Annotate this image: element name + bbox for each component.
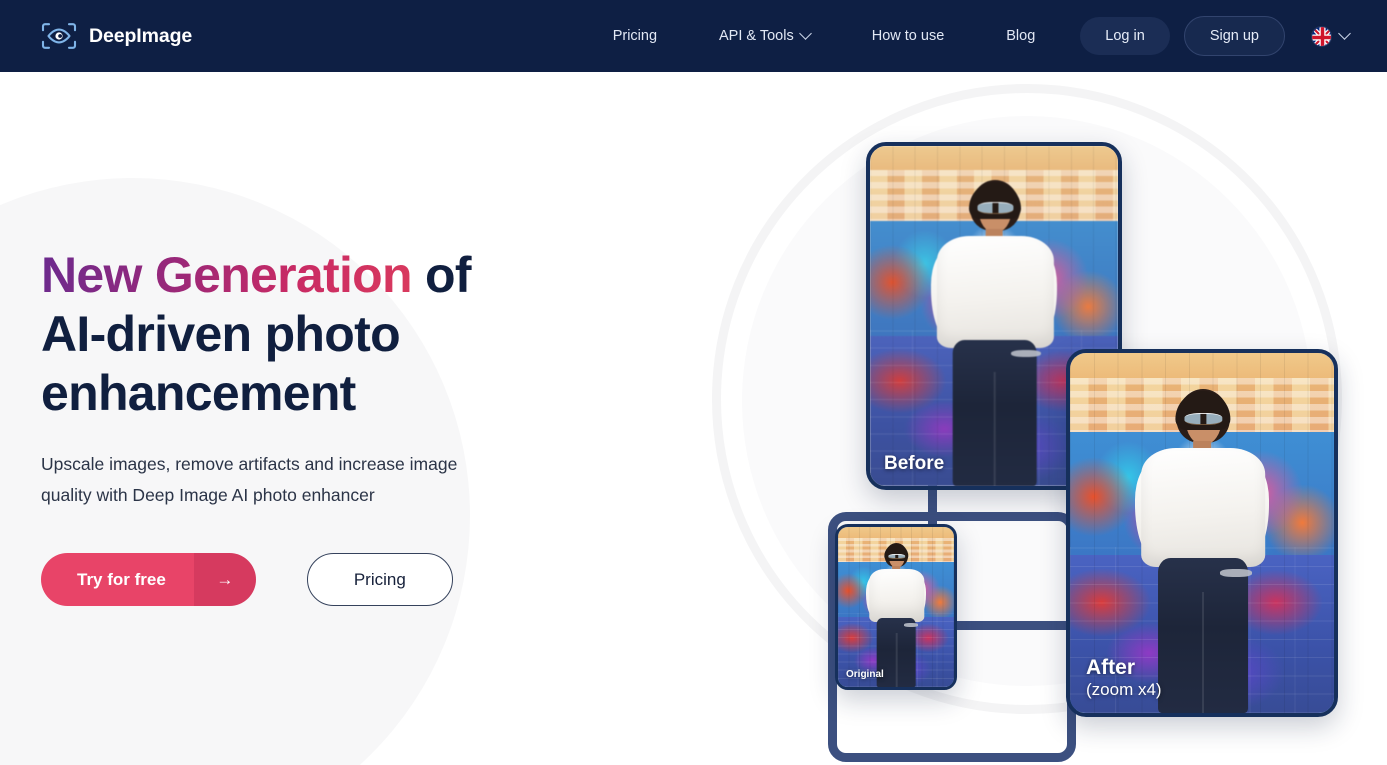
hero-subtitle: Upscale images, remove artifacts and inc… bbox=[41, 449, 521, 511]
original-card-caption: Original bbox=[846, 669, 884, 680]
person-figure bbox=[838, 527, 954, 687]
hero-content: New Generation of AI-driven photo enhanc… bbox=[41, 246, 581, 606]
nav-item-api-tools[interactable]: API & Tools bbox=[719, 20, 812, 52]
hero-subtitle-line1: Upscale images, remove artifacts and inc… bbox=[41, 454, 458, 474]
nav-item-pricing[interactable]: Pricing bbox=[613, 20, 657, 52]
before-caption-text: Before bbox=[884, 452, 945, 474]
login-button[interactable]: Log in bbox=[1080, 17, 1170, 55]
after-caption-text: After bbox=[1086, 656, 1136, 680]
hero-cta-group: Try for free → Pricing bbox=[41, 553, 581, 606]
chevron-down-icon bbox=[798, 26, 812, 40]
hero-title-line3: enhancement bbox=[41, 365, 356, 421]
original-caption-text: Original bbox=[846, 668, 884, 680]
before-card-caption: Before bbox=[884, 453, 944, 474]
nav-item-blog-label: Blog bbox=[1006, 28, 1036, 44]
after-card-caption: After (zoom x4) bbox=[1086, 656, 1162, 699]
brand-name: DeepImage bbox=[89, 24, 193, 47]
uk-flag-icon bbox=[1311, 25, 1332, 47]
page-title: New Generation of AI-driven photo enhanc… bbox=[41, 246, 581, 423]
landing-page: DeepImage Pricing API & Tools How to use… bbox=[0, 0, 1387, 765]
showcase-card-after[interactable]: After (zoom x4) bbox=[1066, 349, 1338, 717]
hero-title-highlight: New Generation bbox=[41, 247, 413, 303]
eye-scan-icon bbox=[40, 21, 78, 51]
signup-button[interactable]: Sign up bbox=[1183, 16, 1285, 56]
hero-subtitle-line2: quality with Deep Image AI photo enhance… bbox=[41, 485, 375, 505]
brand-logo-link[interactable]: DeepImage bbox=[40, 21, 192, 51]
pricing-button[interactable]: Pricing bbox=[306, 553, 453, 606]
try-for-free-label: Try for free bbox=[41, 553, 194, 606]
arrow-right-icon: → bbox=[193, 553, 256, 606]
language-selector[interactable] bbox=[1311, 25, 1351, 47]
top-navigation-bar: DeepImage Pricing API & Tools How to use… bbox=[0, 0, 1387, 72]
hero-title-line1-rest: of bbox=[411, 247, 471, 303]
nav-links: Pricing API & Tools How to use Blog bbox=[582, 20, 1067, 52]
nav-item-how-to-use[interactable]: How to use bbox=[872, 20, 945, 52]
nav-actions: Log in Sign up bbox=[1080, 16, 1351, 56]
after-caption-subtext: (zoom x4) bbox=[1086, 679, 1162, 699]
nav-item-blog[interactable]: Blog bbox=[1006, 20, 1035, 52]
nav-item-api-tools-label: API & Tools bbox=[719, 28, 794, 44]
nav-item-pricing-label: Pricing bbox=[612, 28, 658, 44]
nav-item-how-to-use-label: How to use bbox=[871, 28, 945, 44]
language-chevron-down-icon bbox=[1338, 26, 1351, 40]
original-photo bbox=[838, 527, 954, 687]
try-for-free-button[interactable]: Try for free → bbox=[41, 553, 256, 606]
showcase-card-original[interactable]: Original bbox=[835, 524, 957, 690]
hero-title-line2: AI-driven photo bbox=[41, 306, 401, 362]
showcase-visual: Before Original After (zoom x4) bbox=[700, 72, 1387, 765]
